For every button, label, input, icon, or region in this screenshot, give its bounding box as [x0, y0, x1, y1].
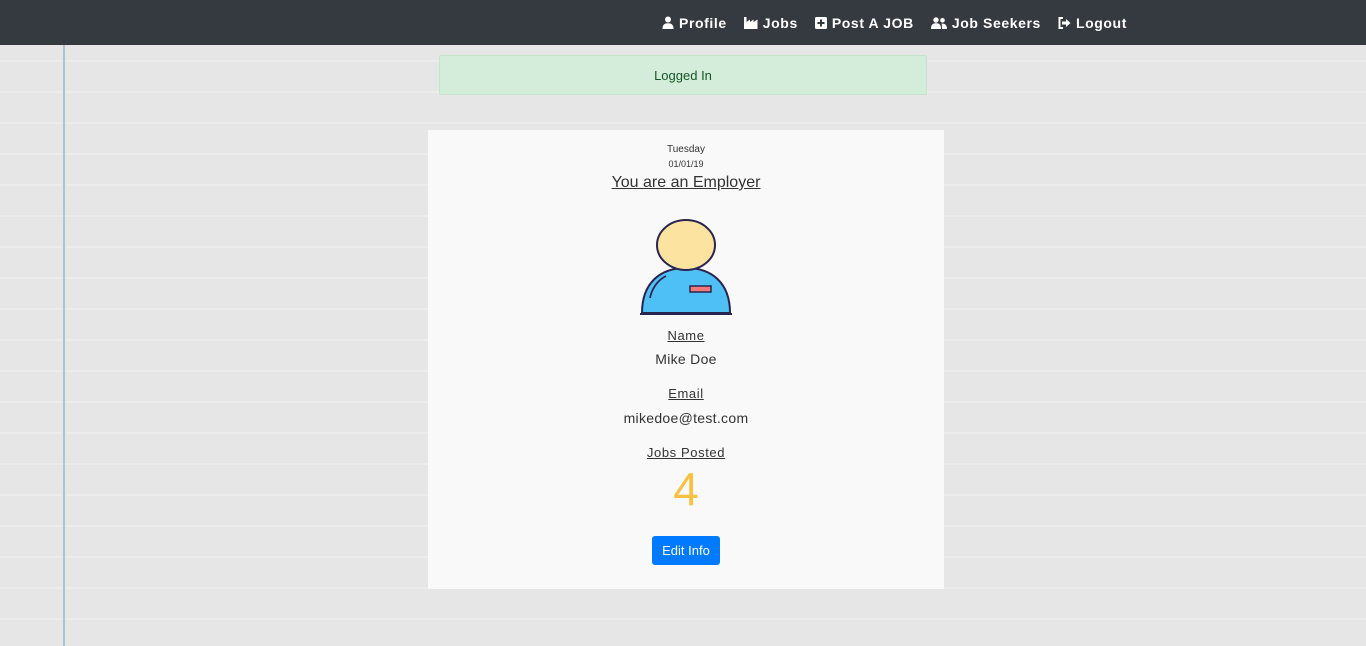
name-label: Name — [667, 328, 705, 343]
nav-logout[interactable]: Logout — [1058, 15, 1127, 31]
employee-avatar-icon — [640, 219, 732, 315]
jobs-posted-label: Jobs Posted — [646, 445, 726, 460]
nav-jobs[interactable]: Jobs — [743, 14, 798, 31]
sign-out-icon — [1058, 16, 1071, 29]
nav-job-seekers-label: Job Seekers — [951, 14, 1041, 31]
email-label: Email — [668, 386, 704, 401]
nav-job-seekers[interactable]: Job Seekers — [930, 14, 1041, 31]
nav-links: Profile Jobs Post A JOB Job Seekers Logo… — [662, 0, 1144, 45]
nav-profile-label: Profile — [679, 14, 727, 31]
user-icon — [662, 16, 674, 29]
edit-info-button[interactable]: Edit Info — [652, 536, 720, 565]
profile-card: Tuesday 01/01/19 You are an Employer Nam… — [428, 130, 944, 589]
top-navbar: Profile Jobs Post A JOB Job Seekers Logo… — [0, 0, 1366, 45]
nav-post-job-label: Post A JOB — [831, 14, 914, 31]
nav-jobs-label: Jobs — [762, 14, 798, 31]
profile-role: You are an Employer — [611, 174, 761, 191]
nav-logout-label: Logout — [1075, 14, 1127, 31]
jobs-posted-count: 4 — [673, 463, 699, 515]
alert-message: Logged In — [654, 67, 712, 83]
email-value: mikedoe@test.com — [623, 410, 749, 426]
notebook-margin-line — [63, 45, 65, 646]
plus-square-icon — [814, 16, 827, 29]
users-icon — [930, 16, 947, 29]
name-value: Mike Doe — [655, 351, 717, 367]
logged-in-alert: Logged In — [439, 55, 927, 95]
profile-date: 01/01/19 — [668, 159, 704, 169]
factory-icon — [743, 16, 758, 29]
profile-day: Tuesday — [667, 144, 705, 155]
nav-profile[interactable]: Profile — [662, 15, 727, 31]
nav-post-job[interactable]: Post A JOB — [814, 14, 914, 31]
